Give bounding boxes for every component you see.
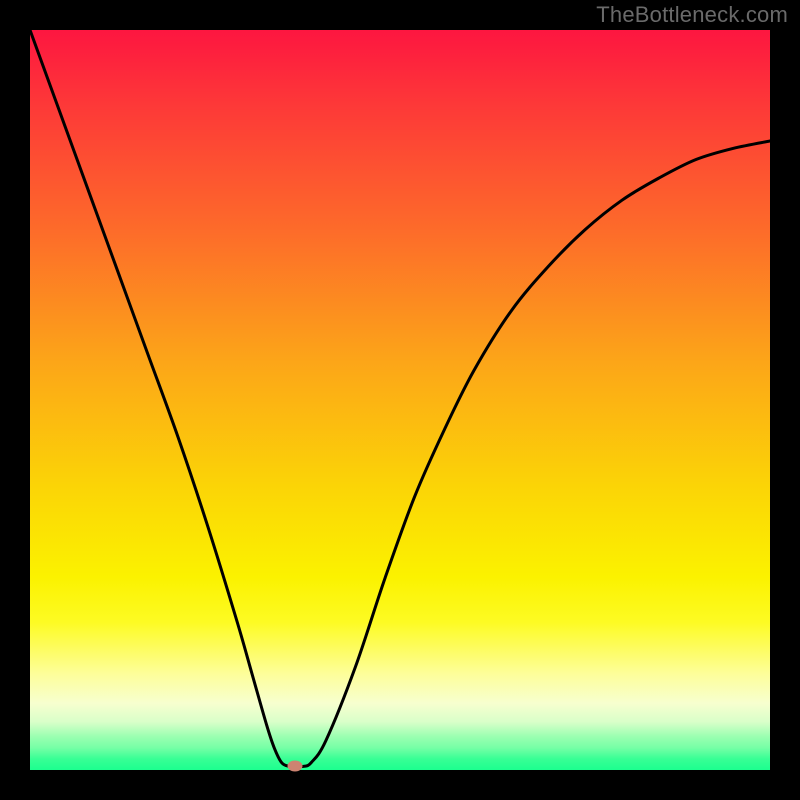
- plot-area: [30, 30, 770, 770]
- watermark-text: TheBottleneck.com: [596, 2, 788, 28]
- optimum-marker: [287, 761, 302, 772]
- chart-frame: TheBottleneck.com: [0, 0, 800, 800]
- bottleneck-curve: [30, 30, 770, 770]
